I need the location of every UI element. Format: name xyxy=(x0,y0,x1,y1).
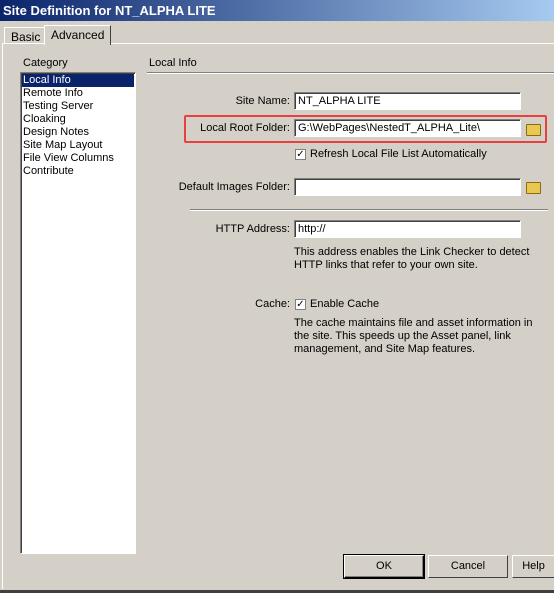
cancel-button[interactable]: Cancel xyxy=(428,555,508,578)
refresh-checkbox[interactable]: ✓ xyxy=(295,149,306,160)
http-address-input[interactable]: http:// xyxy=(294,220,521,238)
local-root-folder-label: Local Root Folder: xyxy=(200,122,290,134)
folder-icon[interactable] xyxy=(526,124,541,136)
default-images-folder-input[interactable] xyxy=(294,178,521,196)
http-description: This address enables the Link Checker to… xyxy=(294,246,530,271)
category-item-file-view-columns[interactable]: File View Columns xyxy=(22,152,134,165)
tab-advanced[interactable]: Advanced xyxy=(44,25,112,45)
category-list[interactable]: Local Info Remote Info Testing Server Cl… xyxy=(20,72,136,554)
site-name-label: Site Name: xyxy=(235,95,290,107)
category-label: Category xyxy=(23,57,68,69)
cache-description: The cache maintains file and asset infor… xyxy=(294,317,533,355)
enable-cache-label: Enable Cache xyxy=(310,298,380,310)
site-name-input[interactable]: NT_ALPHA LITE xyxy=(294,92,521,110)
divider xyxy=(190,209,548,211)
http-address-label: HTTP Address: xyxy=(215,223,290,235)
local-root-folder-input[interactable]: G:\WebPages\NestedT_ALPHA_Lite\ xyxy=(294,119,521,137)
category-item-contribute[interactable]: Contribute xyxy=(22,165,134,178)
refresh-label: Refresh Local File List Automatically xyxy=(310,148,487,160)
ok-button[interactable]: OK xyxy=(344,555,424,578)
enable-cache-checkbox[interactable]: ✓ xyxy=(295,299,306,310)
default-images-folder-label: Default Images Folder: xyxy=(178,181,290,193)
section-divider xyxy=(147,72,554,74)
tab-basic[interactable]: Basic xyxy=(4,27,48,44)
section-title: Local Info xyxy=(149,57,197,69)
help-button[interactable]: Help xyxy=(512,555,554,578)
cache-label: Cache: xyxy=(255,298,290,310)
category-item-local-info[interactable]: Local Info xyxy=(22,74,134,87)
folder-icon[interactable] xyxy=(526,182,541,194)
title-bar: Site Definition for NT_ALPHA LITE xyxy=(0,0,554,21)
category-item-site-map-layout[interactable]: Site Map Layout xyxy=(22,139,134,152)
